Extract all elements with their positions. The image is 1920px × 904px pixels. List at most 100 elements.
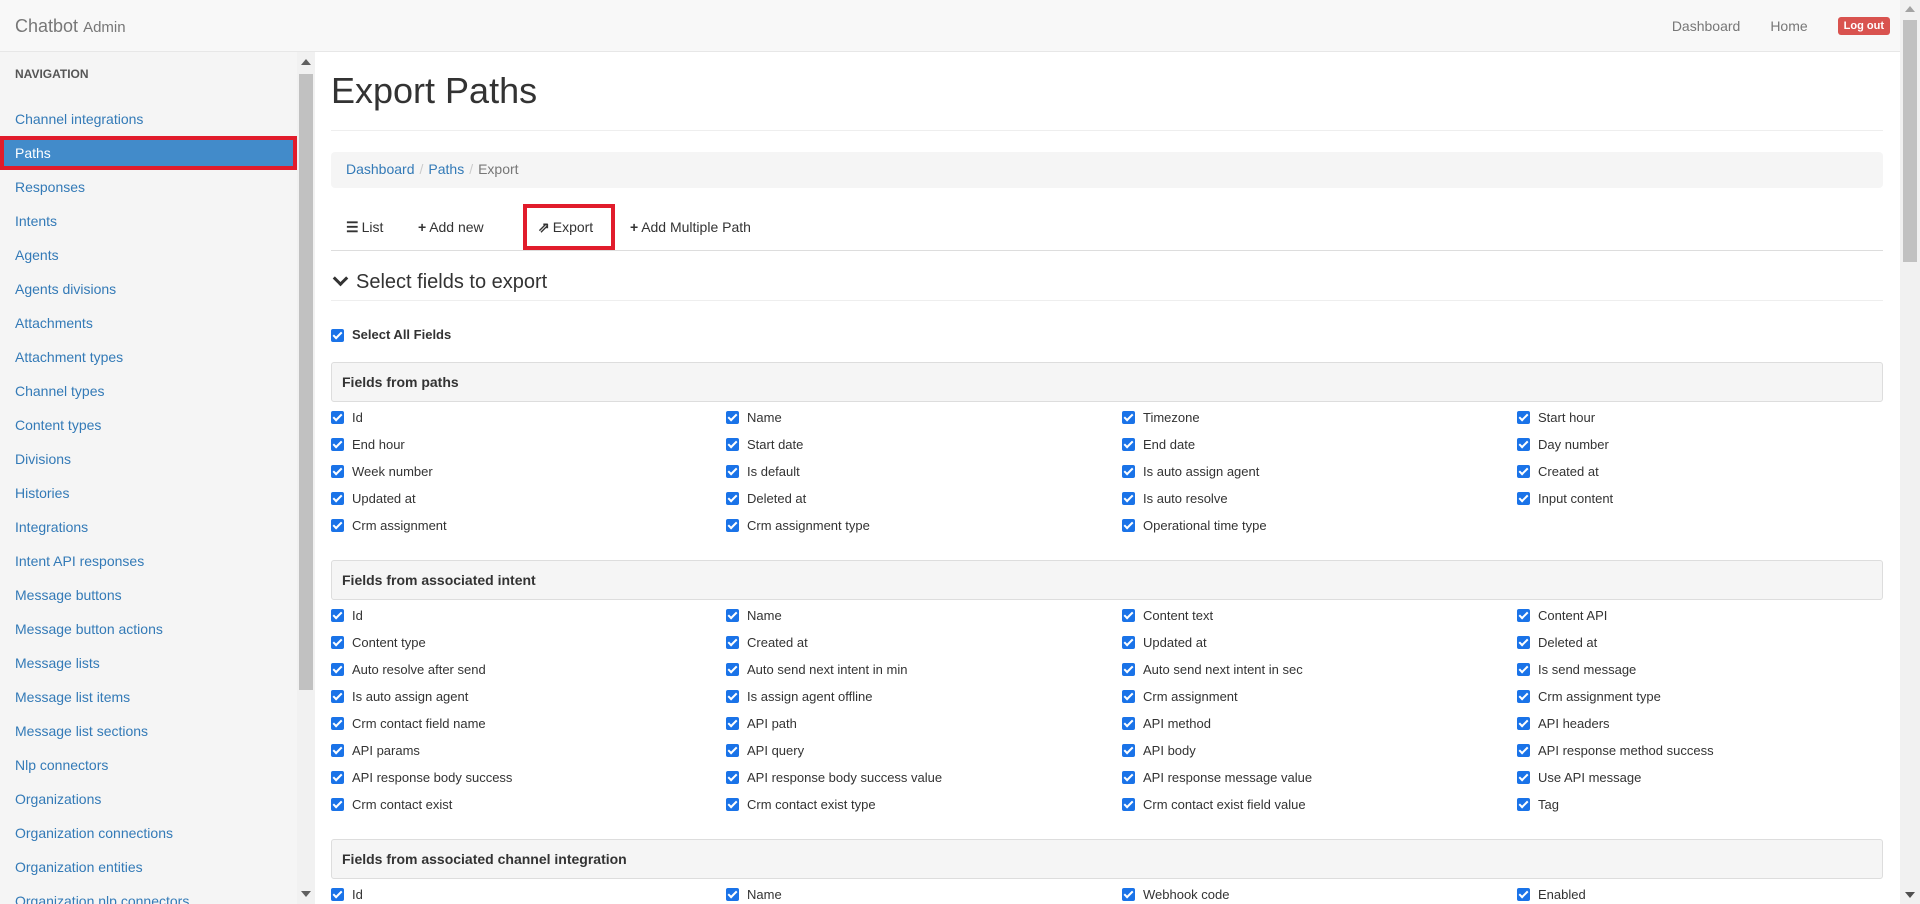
field-checkbox-item[interactable]: End date bbox=[1122, 437, 1195, 452]
field-checkbox-item[interactable]: Is assign agent offline bbox=[726, 689, 873, 704]
field-checkbox-item[interactable]: Tag bbox=[1517, 797, 1559, 812]
checkbox[interactable] bbox=[726, 609, 739, 623]
sidebar-item-agents-divisions[interactable]: Agents divisions bbox=[0, 272, 297, 306]
checkbox[interactable] bbox=[1517, 690, 1530, 704]
checkbox[interactable] bbox=[1122, 690, 1135, 704]
scroll-down-arrow-icon[interactable] bbox=[1905, 892, 1915, 898]
sidebar-item-intent-api-responses[interactable]: Intent API responses bbox=[0, 544, 297, 578]
sidebar-item-paths[interactable]: Paths bbox=[0, 136, 297, 170]
field-checkbox-item[interactable]: API method bbox=[1122, 716, 1211, 731]
field-checkbox-item[interactable]: Webhook code bbox=[1122, 887, 1230, 902]
sidebar-item-content-types[interactable]: Content types bbox=[0, 408, 297, 442]
field-checkbox-item[interactable]: Auto send next intent in sec bbox=[1122, 662, 1303, 677]
sidebar-item-message-lists[interactable]: Message lists bbox=[0, 646, 297, 680]
sidebar-item-integrations[interactable]: Integrations bbox=[0, 510, 297, 544]
checkbox[interactable] bbox=[331, 411, 344, 425]
checkbox[interactable] bbox=[1122, 636, 1135, 650]
checkbox[interactable] bbox=[1517, 492, 1530, 506]
field-checkbox-item[interactable]: Crm assignment type bbox=[726, 518, 870, 533]
sidebar-item-message-buttons[interactable]: Message buttons bbox=[0, 578, 297, 612]
scroll-down-arrow-icon[interactable] bbox=[301, 891, 311, 897]
checkbox[interactable] bbox=[726, 411, 739, 425]
checkbox[interactable] bbox=[331, 717, 344, 731]
sidebar-item-divisions[interactable]: Divisions bbox=[0, 442, 297, 476]
checkbox[interactable] bbox=[1517, 717, 1530, 731]
checkbox[interactable] bbox=[331, 888, 344, 902]
field-checkbox-item[interactable]: Crm contact exist type bbox=[726, 797, 876, 812]
tab-export[interactable]: ⇗ Export bbox=[523, 204, 615, 250]
field-checkbox-item[interactable]: Created at bbox=[726, 635, 808, 650]
field-checkbox-item[interactable]: Is auto resolve bbox=[1122, 491, 1228, 506]
checkbox[interactable] bbox=[726, 744, 739, 758]
field-checkbox-item[interactable]: Id bbox=[331, 410, 363, 425]
checkbox[interactable] bbox=[1517, 798, 1530, 812]
checkbox[interactable] bbox=[331, 771, 344, 785]
page-scrollbar[interactable] bbox=[1900, 0, 1920, 904]
sidebar-item-organization-entities[interactable]: Organization entities bbox=[0, 850, 297, 884]
field-checkbox-item[interactable]: Timezone bbox=[1122, 410, 1200, 425]
tab-add-multiple-path[interactable]: + Add Multiple Path bbox=[615, 204, 766, 250]
checkbox[interactable] bbox=[1122, 744, 1135, 758]
sidebar-item-nlp-connectors[interactable]: Nlp connectors bbox=[0, 748, 297, 782]
checkbox[interactable] bbox=[1517, 771, 1530, 785]
checkbox[interactable] bbox=[1122, 717, 1135, 731]
field-checkbox-item[interactable]: API response body success value bbox=[726, 770, 942, 785]
field-checkbox-item[interactable]: Operational time type bbox=[1122, 518, 1267, 533]
select-all-checkbox[interactable] bbox=[331, 329, 344, 343]
field-checkbox-item[interactable]: Crm contact field name bbox=[331, 716, 486, 731]
breadcrumb-paths[interactable]: Paths bbox=[428, 161, 464, 177]
tab-list[interactable]: ☰ List bbox=[331, 204, 398, 250]
field-checkbox-item[interactable]: Auto send next intent in min bbox=[726, 662, 907, 677]
sidebar-item-message-button-actions[interactable]: Message button actions bbox=[0, 612, 297, 646]
checkbox[interactable] bbox=[726, 438, 739, 452]
field-checkbox-item[interactable]: Input content bbox=[1517, 491, 1613, 506]
checkbox[interactable] bbox=[726, 690, 739, 704]
field-checkbox-item[interactable]: API response method success bbox=[1517, 743, 1714, 758]
checkbox[interactable] bbox=[1122, 888, 1135, 902]
field-checkbox-item[interactable]: Is default bbox=[726, 464, 800, 479]
page-scroll-thumb[interactable] bbox=[1903, 20, 1917, 262]
top-link-dashboard[interactable]: Dashboard bbox=[1672, 18, 1741, 34]
sidebar-scroll-thumb[interactable] bbox=[299, 74, 313, 690]
checkbox[interactable] bbox=[331, 798, 344, 812]
checkbox[interactable] bbox=[1122, 519, 1135, 533]
checkbox[interactable] bbox=[331, 519, 344, 533]
field-checkbox-item[interactable]: Crm assignment bbox=[331, 518, 447, 533]
field-checkbox-item[interactable]: Enabled bbox=[1517, 887, 1586, 902]
field-checkbox-item[interactable]: Crm assignment bbox=[1122, 689, 1238, 704]
sidebar-item-organization-nlp-connectors[interactable]: Organization nlp connectors bbox=[0, 884, 297, 904]
field-checkbox-item[interactable]: Content type bbox=[331, 635, 426, 650]
field-checkbox-item[interactable]: Name bbox=[726, 608, 782, 623]
checkbox[interactable] bbox=[331, 609, 344, 623]
sidebar-item-responses[interactable]: Responses bbox=[0, 170, 297, 204]
field-checkbox-item[interactable]: Id bbox=[331, 887, 363, 902]
field-checkbox-item[interactable]: API body bbox=[1122, 743, 1196, 758]
checkbox[interactable] bbox=[331, 492, 344, 506]
checkbox[interactable] bbox=[1122, 465, 1135, 479]
checkbox[interactable] bbox=[1517, 888, 1530, 902]
checkbox[interactable] bbox=[331, 690, 344, 704]
field-checkbox-item[interactable]: Crm assignment type bbox=[1517, 689, 1661, 704]
checkbox[interactable] bbox=[726, 519, 739, 533]
field-checkbox-item[interactable]: API response body success bbox=[331, 770, 512, 785]
checkbox[interactable] bbox=[726, 888, 739, 902]
sidebar-item-organization-connections[interactable]: Organization connections bbox=[0, 816, 297, 850]
field-checkbox-item[interactable]: API query bbox=[726, 743, 804, 758]
checkbox[interactable] bbox=[1122, 492, 1135, 506]
sidebar-item-organizations[interactable]: Organizations bbox=[0, 782, 297, 816]
sidebar-item-intents[interactable]: Intents bbox=[0, 204, 297, 238]
checkbox[interactable] bbox=[331, 438, 344, 452]
checkbox[interactable] bbox=[726, 663, 739, 677]
checkbox[interactable] bbox=[1122, 411, 1135, 425]
sidebar-item-channel-integrations[interactable]: Channel integrations bbox=[0, 102, 297, 136]
checkbox[interactable] bbox=[726, 492, 739, 506]
field-checkbox-item[interactable]: Auto resolve after send bbox=[331, 662, 486, 677]
checkbox[interactable] bbox=[1122, 771, 1135, 785]
field-checkbox-item[interactable]: Crm contact exist bbox=[331, 797, 452, 812]
sidebar-item-histories[interactable]: Histories bbox=[0, 476, 297, 510]
checkbox[interactable] bbox=[1517, 636, 1530, 650]
checkbox[interactable] bbox=[1122, 438, 1135, 452]
field-checkbox-item[interactable]: Content API bbox=[1517, 608, 1607, 623]
field-checkbox-item[interactable]: API response message value bbox=[1122, 770, 1312, 785]
field-checkbox-item[interactable]: Is auto assign agent bbox=[1122, 464, 1259, 479]
